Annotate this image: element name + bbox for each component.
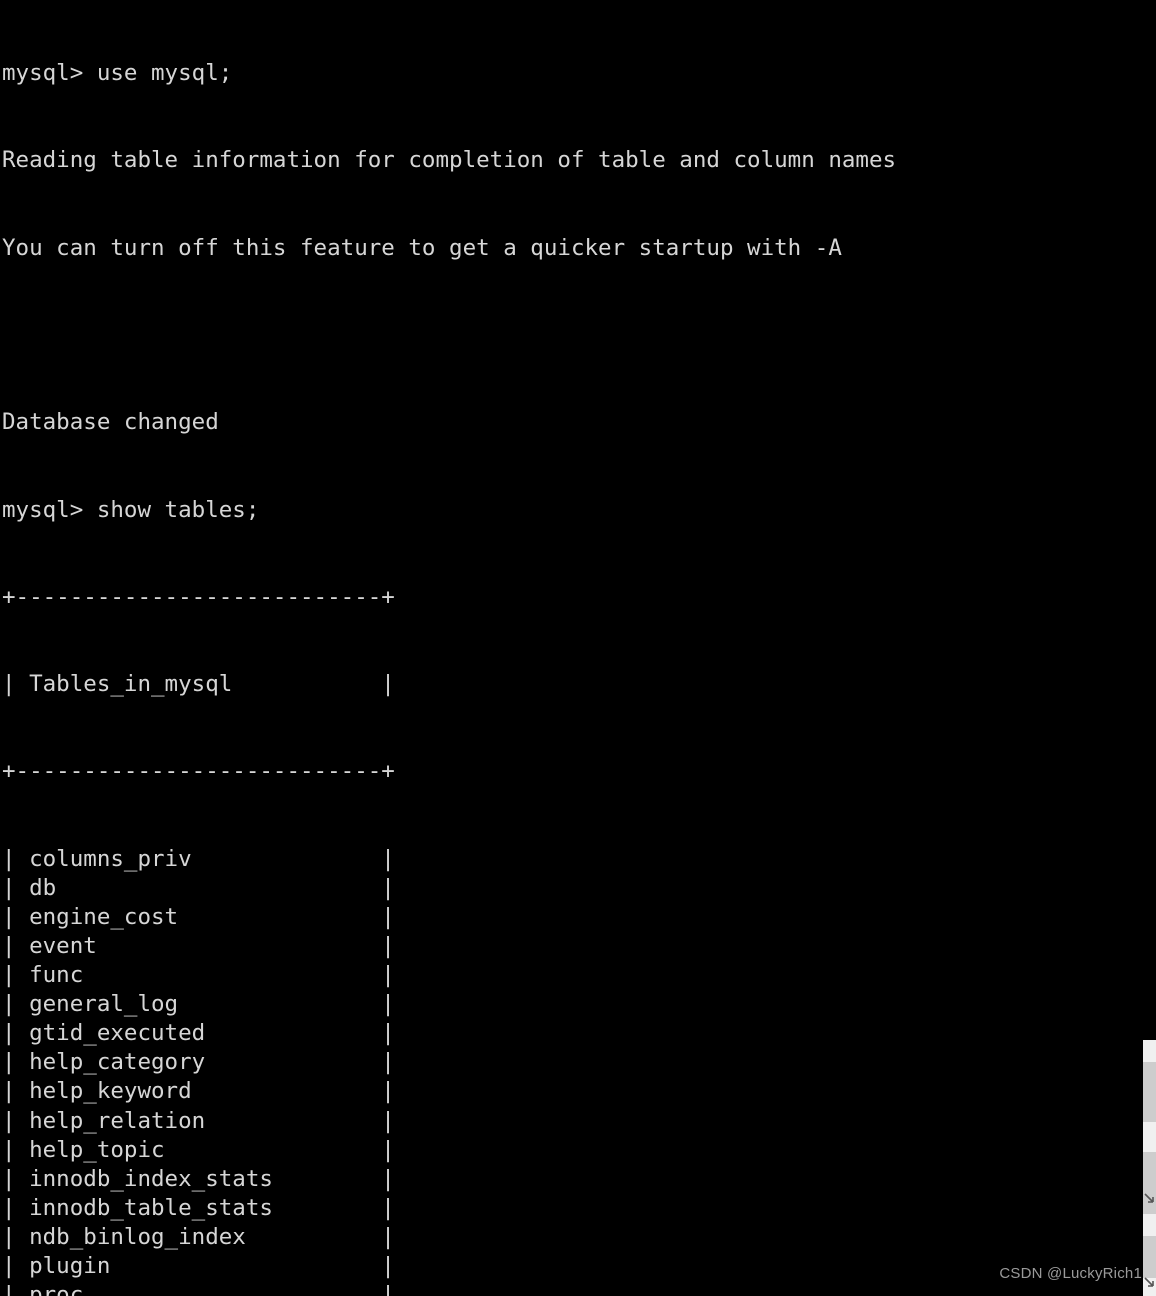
table-row: | help_relation | xyxy=(2,1107,395,1134)
terminal-line-database-changed: Database changed xyxy=(2,409,219,436)
terminal-line-show-tables: mysql> show tables; xyxy=(2,496,260,523)
resize-arrow-icon xyxy=(1143,1192,1156,1205)
resize-arrow-icon xyxy=(1143,1276,1156,1289)
table-header-row: | Tables_in_mysql | xyxy=(2,671,395,698)
table-row: | general_log | xyxy=(2,991,395,1018)
scrollbar-thumb-segment[interactable] xyxy=(1143,1062,1156,1122)
terminal-line-use-mysql: mysql> use mysql; xyxy=(2,60,233,87)
table-row: | help_keyword | xyxy=(2,1078,395,1105)
table-row: | help_category | xyxy=(2,1049,395,1076)
scrollbar-track-segment[interactable] xyxy=(1143,1040,1156,1062)
table-row: | ndb_binlog_index | xyxy=(2,1223,395,1250)
terminal-line-turn-off-hint: You can turn off this feature to get a q… xyxy=(2,234,842,261)
table-row: | event | xyxy=(2,933,395,959)
scrollbar-track-segment[interactable] xyxy=(1143,1122,1156,1152)
terminal-screen[interactable]: mysql> use mysql; Reading table informat… xyxy=(0,0,1156,1296)
table-row: | proc | xyxy=(2,1282,395,1296)
vertical-scrollbar[interactable] xyxy=(1143,1040,1156,1296)
table-border-top: +---------------------------+ xyxy=(2,583,395,610)
table-row: | func | xyxy=(2,962,395,989)
table-row: | engine_cost | xyxy=(2,903,395,930)
table-row: | innodb_index_stats | xyxy=(2,1165,395,1192)
table-row: | gtid_executed | xyxy=(2,1020,395,1047)
table-border-header: +---------------------------+ xyxy=(2,758,395,785)
table-row: | innodb_table_stats | xyxy=(2,1194,395,1221)
scrollbar-track-segment[interactable] xyxy=(1143,1214,1156,1236)
table-body: | columns_priv | | db | | engine_cost | | e… xyxy=(2,845,1156,1296)
table-row: | help_topic | xyxy=(2,1136,395,1163)
table-row: | plugin | xyxy=(2,1253,395,1280)
terminal-line-reading-info: Reading table information for completion… xyxy=(2,147,897,174)
table-row: | db | xyxy=(2,874,395,901)
table-row: | columns_priv | xyxy=(2,845,395,872)
scrollbar-thumb-segment[interactable] xyxy=(1143,1236,1156,1278)
watermark-label: CSDN @LuckyRich1 xyxy=(999,1265,1142,1282)
